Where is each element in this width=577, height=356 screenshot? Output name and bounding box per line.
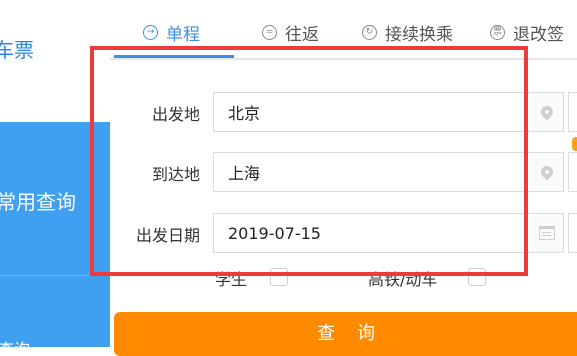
tab-label: 退改签 [513,25,564,45]
sidebar-divider [0,275,110,276]
highspeed-checkbox[interactable] [468,268,486,286]
date-label: 出发日期 [135,226,200,245]
sidebar-item-next[interactable]: 查询 [0,336,30,347]
active-tab-indicator [114,55,234,58]
tab-refund-change[interactable]: 票 退改签 [490,20,564,45]
date-input[interactable] [228,223,530,243]
from-field[interactable] [213,92,531,132]
calendar-button[interactable] [530,213,564,253]
sidebar-active-panel [0,122,110,347]
calendar-icon [538,226,555,240]
from-label: 出发地 [151,105,200,124]
tab-label: 接续换乘 [385,25,453,45]
to-field[interactable] [213,152,531,192]
from-input[interactable] [228,102,530,122]
sidebar-item-common-query[interactable]: 常用查询 [0,186,76,215]
student-label: 学生 [215,270,248,289]
tab-label: 单程 [166,25,200,45]
equals-circle-icon: = [262,25,277,40]
tab-round-trip[interactable]: = 往返 [262,20,319,45]
tab-one-way[interactable]: → 单程 [143,20,200,45]
query-button[interactable]: 查询 [114,312,577,356]
tab-transfer[interactable]: ↻ 接续换乘 [362,20,453,45]
ticket-circle-icon: 票 [490,25,505,40]
arrow-circle-icon: → [143,25,158,40]
location-pin-icon [538,163,555,181]
location-pin-icon [538,103,555,121]
date-field[interactable] [213,213,531,253]
to-extra-box [568,152,577,192]
to-label: 到达地 [151,165,200,184]
highspeed-label: 高铁/动车 [368,270,438,289]
swap-icon [572,137,577,151]
to-location-button[interactable] [530,152,564,192]
from-location-button[interactable] [530,92,564,132]
swap-cities-button[interactable] [568,92,577,132]
student-checkbox[interactable] [270,268,288,286]
tab-label: 往返 [285,25,319,45]
sidebar-item-tickets[interactable]: 车票 [0,34,34,63]
to-input[interactable] [228,162,530,182]
date-extra-box [568,213,577,253]
transfer-circle-icon: ↻ [362,25,377,40]
